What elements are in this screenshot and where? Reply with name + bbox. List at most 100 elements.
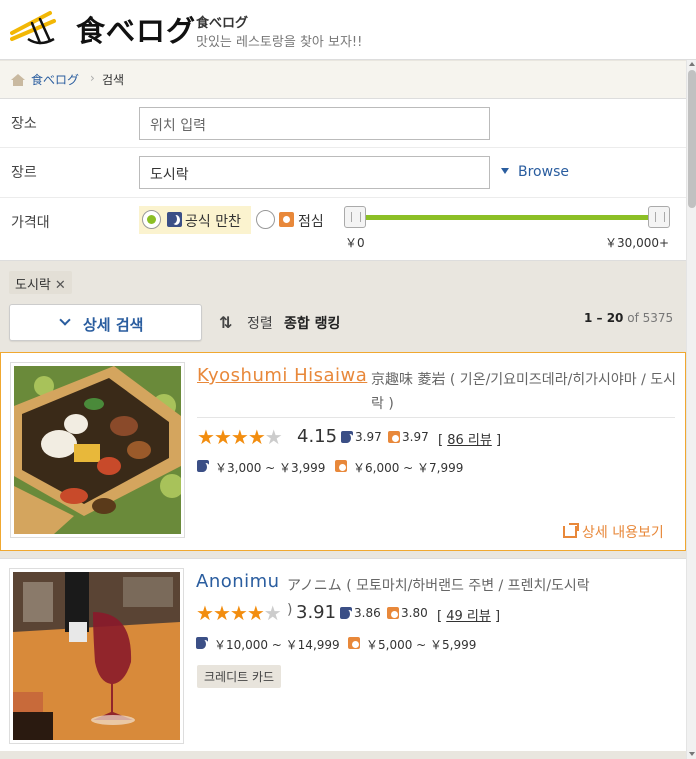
restaurant-meta: 京趣味 菱岩 ( 기온/기요미즈데라/히가시야마 / 도시락 )	[371, 372, 677, 412]
active-filter-tag[interactable]: 도시락 ✕	[9, 271, 72, 294]
star-rating: ★★★★★	[196, 601, 282, 625]
price-row: ￥10,000 ~ ￥14,999 ￥5,000 ~ ￥5,999	[196, 636, 676, 654]
detail-view-link[interactable]: 상세 내용보기	[563, 522, 664, 542]
caret-down-icon	[501, 168, 509, 174]
moon-icon	[340, 607, 352, 619]
genre-label: 장르	[11, 165, 37, 181]
genre-input[interactable]: 도시락	[139, 156, 490, 189]
restaurant-photo[interactable]	[10, 362, 185, 538]
star-full-icon: ★	[197, 425, 215, 449]
tagline: 맛있는 레스토랑을 찾아 보자!!	[196, 35, 363, 50]
breadcrumb: 食べログ › 검색	[0, 61, 686, 99]
dinner-price: ￥3,000 ~ ￥3,999	[215, 461, 326, 475]
radio-dinner-circle[interactable]	[142, 210, 161, 229]
rating-score: 3.91	[296, 602, 337, 623]
sun-icon	[335, 460, 347, 472]
detail-search-button[interactable]: 상세 검색	[9, 304, 202, 341]
browse-label: Browse	[518, 164, 569, 180]
breadcrumb-current: 검색	[102, 73, 125, 87]
result-total: 5375	[642, 311, 674, 325]
lunch-score: 3.97	[402, 430, 429, 444]
site-header: 食べログ 食べログ 맛있는 레스토랑을 찾아 보자!!	[0, 0, 696, 60]
star-full-icon: ★	[213, 425, 232, 449]
restaurant-photo[interactable]	[9, 568, 184, 744]
moon-icon	[341, 431, 353, 443]
rating-score: 4.15	[297, 426, 338, 447]
price-slider-min-handle[interactable]	[344, 206, 366, 228]
scroll-thumb[interactable]	[688, 70, 696, 208]
dinner-price: ￥10,000 ~ ￥14,999	[214, 638, 340, 652]
review-count: [ 86 리뷰 ]	[438, 429, 501, 448]
rating-row: ★★★★★ 4.15 3.97 3.97 [ 86 리뷰 ]	[197, 426, 677, 450]
search-form: 장소 위치 입력 장르 도시락 Browse 가격대 공식 만찬 점심 ￥0 ￥…	[0, 99, 686, 261]
sun-icon	[348, 637, 360, 649]
price-min-label: ￥0	[345, 236, 365, 250]
credit-card-badge: 크레디트 카드	[197, 665, 282, 688]
close-icon[interactable]: ✕	[55, 278, 66, 293]
genre-row: 장르 도시락 Browse	[0, 148, 686, 198]
moon-icon	[167, 212, 182, 227]
star-full-icon: ★	[229, 601, 248, 625]
radio-dinner[interactable]: 공식 만찬	[139, 206, 251, 234]
star-full-icon: ★	[212, 601, 231, 625]
filter-tag-label: 도시락	[15, 278, 51, 293]
price-slider-max-handle[interactable]	[648, 206, 670, 228]
result-count: 1 – 20 of 5375	[584, 311, 673, 325]
moon-icon	[197, 460, 209, 472]
detail-view-label: 상세 내용보기	[582, 525, 664, 541]
radio-dinner-label: 공식 만찬	[185, 214, 241, 230]
price-max-label: ￥30,000+	[605, 236, 670, 250]
dinner-score: 3.86	[354, 606, 381, 620]
restaurant-name-link[interactable]: Anonimu	[196, 571, 280, 592]
star-full-icon: ★	[246, 601, 265, 625]
review-bracket-open: [	[437, 609, 443, 624]
review-bracket-close: ]	[495, 433, 502, 448]
breadcrumb-home-link[interactable]: 食べログ	[31, 71, 79, 88]
restaurant-name-link[interactable]: Kyoshumi Hisaiwa	[197, 365, 367, 386]
lunch-price: ￥5,000 ~ ￥5,999	[366, 638, 477, 652]
sort-icon[interactable]: ⇅	[219, 313, 232, 332]
review-bracket-close: ]	[494, 609, 501, 624]
result-card[interactable]: Anonimu アノニム ( 모토마치/하버랜드 주변 / 프렌치/도시락 ) …	[0, 558, 686, 751]
card-divider	[197, 417, 675, 418]
sort-dropdown[interactable]: 종합 랭킹	[284, 313, 340, 333]
review-link[interactable]: 49 리뷰	[446, 609, 491, 624]
sort-label: 정렬	[247, 316, 273, 332]
rating-row: ★★★★★ 3.91 3.86 3.80 [ 49 리뷰 ]	[196, 602, 676, 626]
star-full-icon: ★	[247, 425, 266, 449]
review-link[interactable]: 86 리뷰	[447, 433, 492, 448]
share-icon	[563, 523, 579, 538]
logo-text[interactable]: 食べログ	[76, 8, 196, 50]
sun-icon	[387, 607, 399, 619]
location-label: 장소	[11, 116, 37, 132]
star-empty-icon: ★	[263, 601, 282, 625]
bento-box-image	[12, 366, 184, 534]
radio-lunch-label: 점심	[298, 214, 324, 230]
review-count: [ 49 리뷰 ]	[437, 605, 500, 624]
breadcrumb-separator: ›	[90, 71, 95, 85]
chopsticks-logo-icon[interactable]	[10, 9, 70, 47]
sun-icon	[388, 431, 400, 443]
result-of: of	[627, 311, 639, 325]
star-empty-icon: ★	[264, 425, 283, 449]
star-full-icon: ★	[230, 425, 249, 449]
price-row: ￥3,000 ~ ￥3,999 ￥6,000 ~ ￥7,999	[197, 459, 677, 477]
price-label: 가격대	[11, 215, 50, 231]
page-scrollbar[interactable]	[686, 60, 696, 759]
brand-name: 食べログ	[196, 16, 249, 31]
price-slider-track[interactable]	[348, 215, 661, 220]
browse-link[interactable]: Browse	[501, 164, 569, 180]
result-card[interactable]: Kyoshumi Hisaiwa 京趣味 菱岩 ( 기온/기요미즈데라/히가시야…	[0, 352, 686, 551]
scroll-up-icon[interactable]	[689, 62, 695, 66]
home-icon	[11, 74, 25, 86]
price-row: 가격대 공식 만찬 점심 ￥0 ￥30,000+	[0, 198, 686, 261]
star-full-icon: ★	[196, 601, 214, 625]
lunch-score: 3.80	[401, 606, 428, 620]
radio-lunch-circle[interactable]	[256, 210, 275, 229]
moon-icon	[196, 637, 208, 649]
dinner-score: 3.97	[355, 430, 382, 444]
location-row: 장소 위치 입력	[0, 99, 686, 148]
radio-lunch[interactable]: 점심	[253, 206, 333, 234]
location-input[interactable]: 위치 입력	[139, 107, 490, 140]
scroll-down-icon[interactable]	[689, 752, 695, 756]
